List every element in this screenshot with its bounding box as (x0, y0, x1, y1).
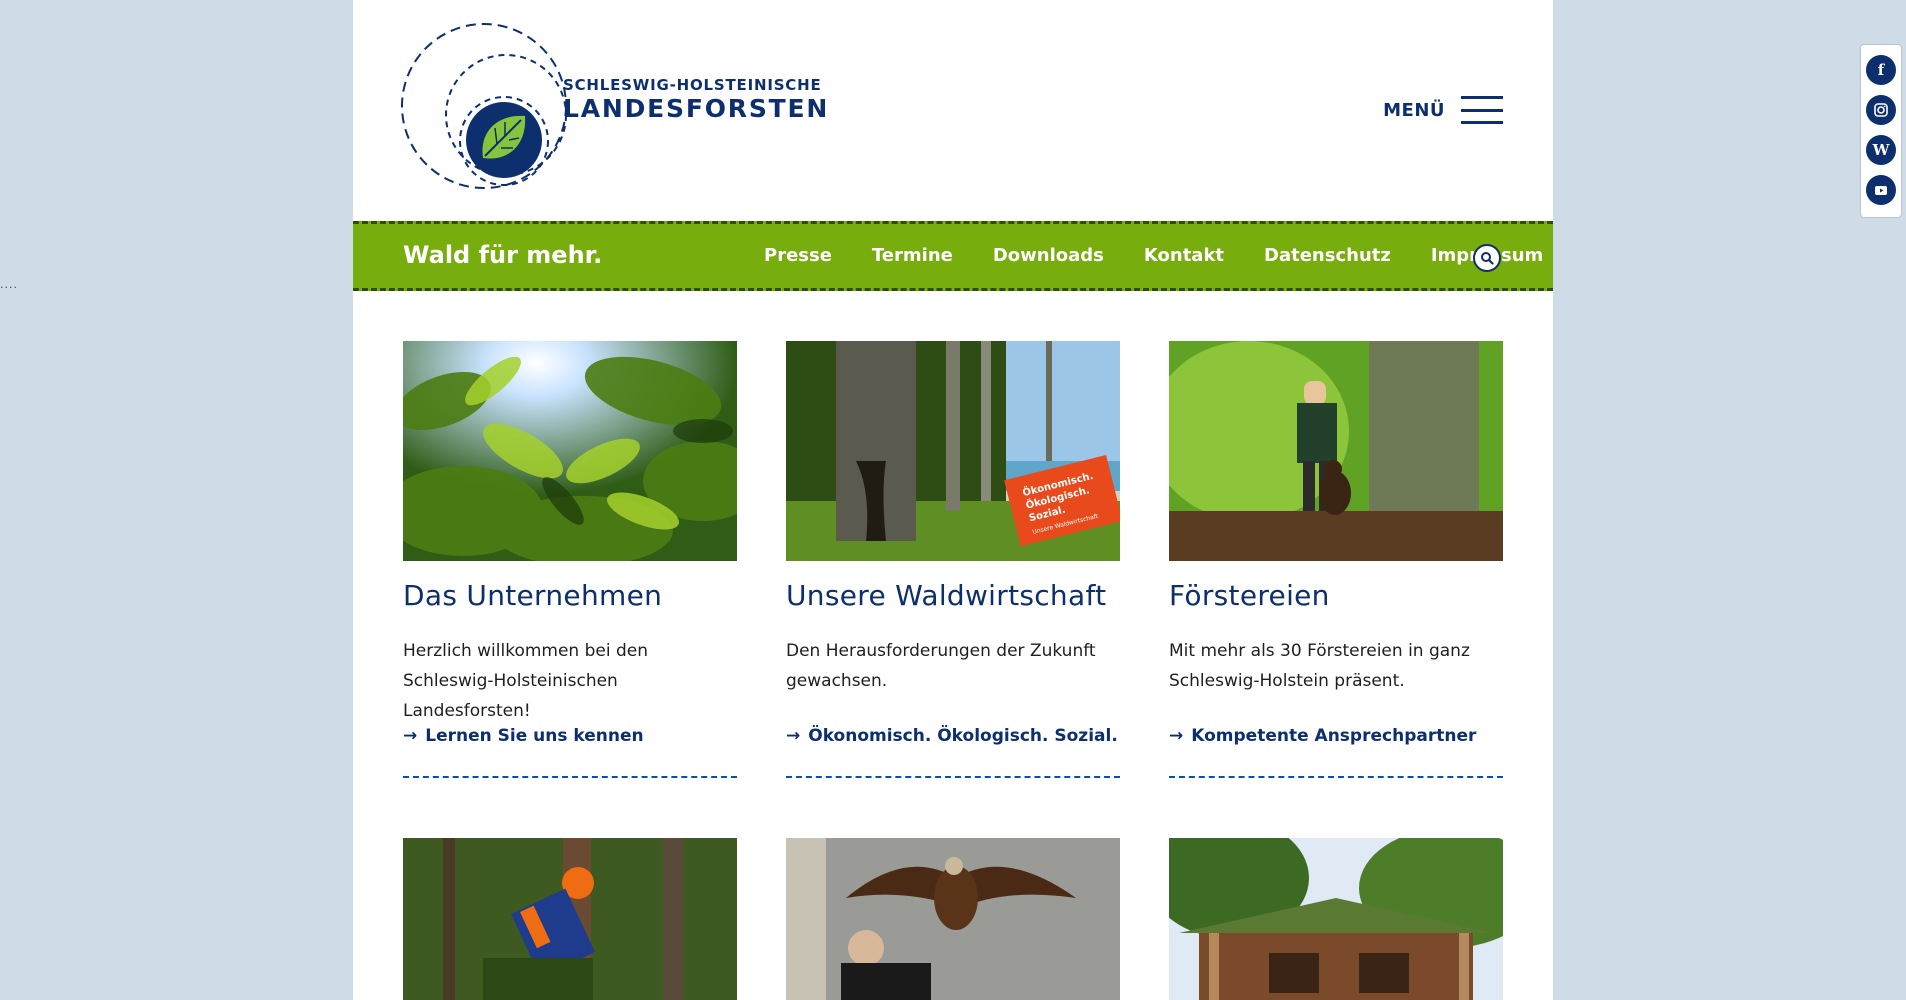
card-image-log-cabin[interactable] (1169, 838, 1503, 1000)
nav-link-downloads[interactable]: Downloads (993, 245, 1104, 266)
instagram-icon[interactable] (1866, 95, 1896, 125)
arrow-right-icon: → (786, 726, 801, 746)
tagline: Wald für mehr. (403, 241, 603, 269)
card-row2-3 (1169, 838, 1503, 1000)
search-icon (1481, 252, 1494, 265)
card-image-forest-worker[interactable] (403, 838, 737, 1000)
side-marker: .... (0, 278, 18, 291)
page-container: SCHLESWIG-HOLSTEINISCHE LANDESFORSTEN ME… (353, 0, 1553, 1000)
brand-subtitle: SCHLESWIG-HOLSTEINISCHE (563, 76, 822, 94)
nav-link-termine[interactable]: Termine (872, 245, 953, 266)
logo-circles (401, 23, 567, 189)
menu-button[interactable]: MENÜ (1383, 96, 1503, 124)
card-foerstereien: Förstereien Mit mehr als 30 Förstereien … (1169, 341, 1503, 778)
card-image-foliage[interactable] (403, 341, 737, 561)
nav-link-presse[interactable]: Presse (764, 245, 832, 266)
card-link[interactable]: → Ökonomisch. Ökologisch. Sozial. (786, 726, 1120, 746)
card-unternehmen: Das Unternehmen Herzlich willkommen bei … (403, 341, 737, 778)
facebook-icon[interactable]: f (1866, 55, 1896, 85)
hamburger-icon (1461, 96, 1503, 124)
card-text: Den Herausforderungen der Zukunft gewach… (786, 641, 1096, 691)
card-title[interactable]: Unsere Waldwirtschaft (786, 579, 1120, 612)
card-image-forester[interactable] (1169, 341, 1503, 561)
nav-link-kontakt[interactable]: Kontakt (1144, 245, 1224, 266)
card-link-label: Lernen Sie uns kennen (425, 726, 644, 746)
card-waldwirtschaft: Ökonomisch. Ökologisch. Sozial. Unsere W… (786, 341, 1120, 778)
card-image-eagle[interactable] (786, 838, 1120, 1000)
card-divider (1169, 776, 1503, 778)
card-divider (786, 776, 1120, 778)
card-row2-1 (403, 838, 737, 1000)
search-button[interactable] (1473, 244, 1501, 272)
card-text: Herzlich willkommen bei den Schleswig-Ho… (403, 641, 648, 721)
card-link[interactable]: → Lernen Sie uns kennen (403, 726, 737, 746)
card-title[interactable]: Förstereien (1169, 579, 1503, 612)
nav-link-datenschutz[interactable]: Datenschutz (1264, 245, 1391, 266)
card-divider (403, 776, 737, 778)
main-nav: Wald für mehr. Presse Termine Downloads … (353, 221, 1553, 291)
card-image-forest-coast[interactable]: Ökonomisch. Ökologisch. Sozial. Unsere W… (786, 341, 1120, 561)
card-title[interactable]: Das Unternehmen (403, 579, 737, 612)
card-link-label: Kompetente Ansprechpartner (1191, 726, 1477, 746)
nav-links: Presse Termine Downloads Kontakt Datensc… (764, 245, 1553, 266)
card-link-label: Ökonomisch. Ökologisch. Sozial. (808, 726, 1118, 746)
brand-name: LANDESFORSTEN (563, 94, 830, 123)
youtube-icon[interactable] (1866, 175, 1896, 205)
social-sidebar: f W (1860, 44, 1902, 218)
card-row2-2 (786, 838, 1120, 1000)
menu-label: MENÜ (1383, 99, 1445, 121)
card-link[interactable]: → Kompetente Ansprechpartner (1169, 726, 1503, 746)
arrow-right-icon: → (1169, 726, 1184, 746)
wikipedia-icon[interactable]: W (1866, 135, 1896, 165)
site-logo[interactable]: SCHLESWIG-HOLSTEINISCHE LANDESFORSTEN (401, 20, 827, 195)
arrow-right-icon: → (403, 726, 418, 746)
card-text: Mit mehr als 30 Förstereien in ganz Schl… (1169, 641, 1470, 691)
